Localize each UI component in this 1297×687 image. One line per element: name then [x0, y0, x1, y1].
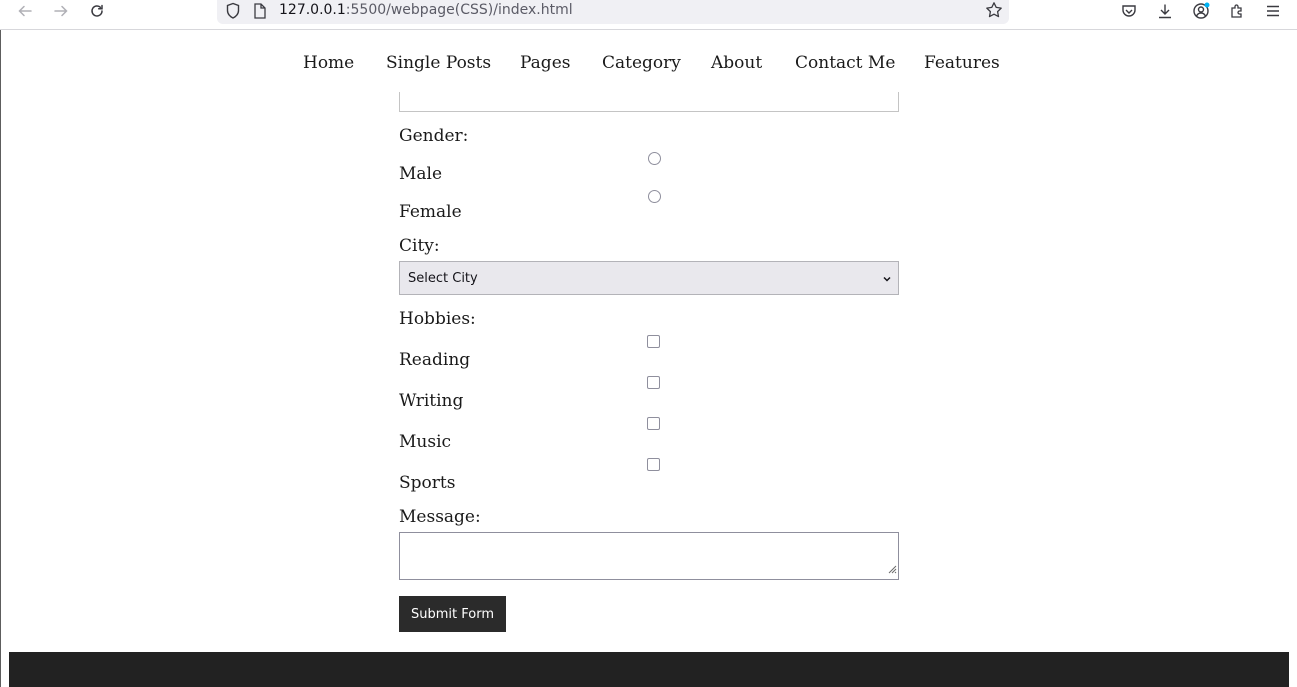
- nav-link-single-posts[interactable]: Single Posts: [386, 53, 491, 73]
- hobbies-label: Hobbies:: [399, 309, 476, 329]
- pocket-icon[interactable]: [1118, 0, 1140, 22]
- browser-toolbar: 127.0.0.1:5500/webpage(CSS)/index.html: [0, 0, 1297, 30]
- hobby-sports-label: Sports: [399, 473, 456, 493]
- reload-icon[interactable]: [85, 0, 109, 22]
- menu-icon[interactable]: [1262, 0, 1284, 22]
- message-label: Message:: [399, 507, 481, 527]
- hobby-reading-label: Reading: [399, 350, 471, 370]
- radio-male[interactable]: [648, 152, 661, 165]
- gender-label: Gender:: [399, 126, 469, 146]
- shield-icon[interactable]: [225, 2, 241, 24]
- nav-link-features[interactable]: Features: [924, 53, 1000, 73]
- url-bar[interactable]: 127.0.0.1:5500/webpage(CSS)/index.html: [217, 0, 1009, 24]
- hobby-music-label: Music: [399, 432, 452, 452]
- checkbox-reading[interactable]: [647, 335, 660, 348]
- download-icon[interactable]: [1154, 0, 1176, 22]
- extensions-icon[interactable]: [1226, 0, 1248, 22]
- hobby-writing-label: Writing: [399, 391, 464, 411]
- nav-link-about[interactable]: About: [711, 53, 762, 73]
- message-textarea[interactable]: [399, 532, 899, 580]
- nav-link-contact-me[interactable]: Contact Me: [795, 53, 895, 73]
- site-nav: Home Single Posts Pages Category About C…: [0, 53, 1297, 79]
- account-icon[interactable]: [1190, 0, 1212, 22]
- page-left-border: [0, 30, 1, 687]
- nav-link-pages[interactable]: Pages: [520, 53, 570, 73]
- back-arrow-icon[interactable]: [13, 0, 37, 22]
- nav-link-category[interactable]: Category: [602, 53, 681, 73]
- resize-grip-icon[interactable]: [887, 559, 897, 578]
- checkbox-writing[interactable]: [647, 376, 660, 389]
- chevron-down-icon: [882, 273, 892, 288]
- gender-option-female-label: Female: [399, 202, 462, 222]
- checkbox-music[interactable]: [647, 417, 660, 430]
- footer: [9, 652, 1289, 687]
- previous-input-field[interactable]: [399, 92, 899, 112]
- city-label: City:: [399, 236, 440, 256]
- nav-link-home[interactable]: Home: [303, 53, 354, 73]
- page-icon: [253, 2, 267, 24]
- radio-female[interactable]: [648, 190, 661, 203]
- checkbox-sports[interactable]: [647, 458, 660, 471]
- city-select[interactable]: Select City: [399, 261, 899, 295]
- city-select-value: Select City: [408, 271, 478, 286]
- url-text[interactable]: 127.0.0.1:5500/webpage(CSS)/index.html: [279, 2, 573, 18]
- gender-option-male-label: Male: [399, 164, 443, 184]
- forward-arrow-icon[interactable]: [49, 0, 73, 22]
- bookmark-star-icon[interactable]: [985, 1, 1003, 23]
- submit-form-button[interactable]: Submit Form: [399, 596, 506, 632]
